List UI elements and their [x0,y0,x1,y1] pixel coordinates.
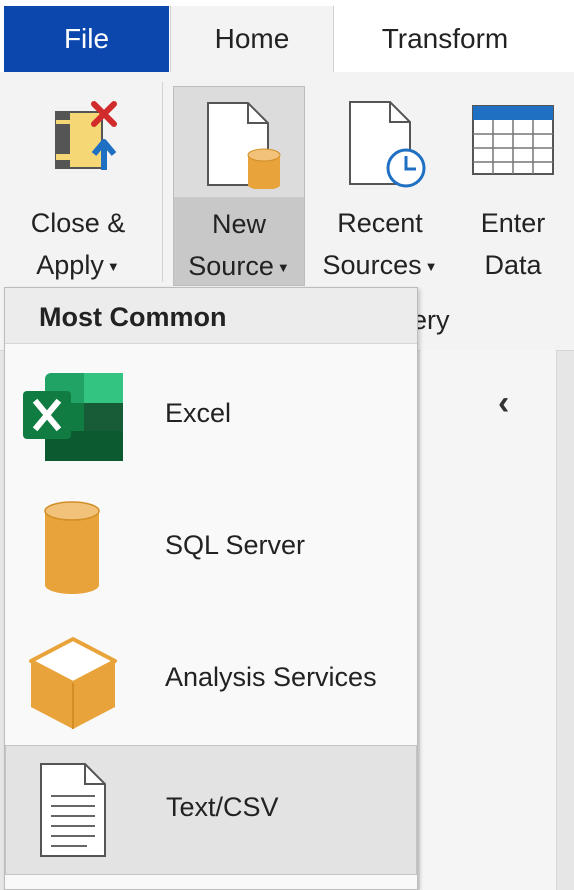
menu-section-title: Most Common [39,302,227,332]
excel-icon [23,373,123,461]
tab-file[interactable]: File [4,6,169,72]
menu-item-excel[interactable]: Excel [5,352,417,482]
database-icon [44,501,100,594]
new-source-label-2: Source ▼ [188,251,290,281]
chevron-down-icon: ▼ [424,258,438,274]
ribbon-divider [162,82,163,282]
queries-pane [420,350,557,890]
recent-sources-label-2: Sources ▼ [322,250,438,280]
new-source-icon [207,102,281,189]
menu-item-text-csv[interactable]: Text/CSV [5,745,417,875]
menu-item-label: Text/CSV [166,792,279,822]
menu-item-analysis-services[interactable]: Analysis Services [5,616,417,746]
menu-item-label: SQL Server [165,530,306,560]
text-file-icon [40,763,106,857]
new-source-dropdown-menu: Most Common Excel SQL Server Analysis Se… [4,287,418,890]
collapse-pane-icon[interactable]: ‹ [498,384,509,423]
new-source-button[interactable]: New Source ▼ [173,86,305,286]
menu-item-label: Excel [165,398,232,428]
enter-data-label-2: Data [484,250,542,280]
tab-transform[interactable]: Transform [340,6,550,72]
tab-home[interactable]: Home [170,6,334,72]
menu-item-label: Analysis Services [165,662,377,692]
close-apply-icon [55,101,117,170]
cube-icon [29,637,117,729]
new-source-label-1: New [211,209,266,239]
close-apply-label-2: Apply ▼ [36,250,120,280]
chevron-down-icon: ▼ [106,258,120,274]
enter-data-button[interactable]: Enter Data [463,86,563,286]
recent-sources-button[interactable]: Recent Sources ▼ [310,86,450,286]
close-apply-label-1: Close & [30,208,126,238]
ribbon-tab-bar: File Home Transform [0,0,574,72]
menu-item-sql-server[interactable]: SQL Server [5,484,417,614]
chevron-down-icon: ▼ [276,259,290,275]
recent-sources-label-1: Recent [337,208,423,238]
enter-data-label-1: Enter [480,208,546,238]
recent-sources-icon [349,101,426,188]
close-apply-button[interactable]: Close & Apply ▼ [8,86,148,286]
table-icon [472,105,554,175]
menu-section-header: Most Common [5,288,417,344]
